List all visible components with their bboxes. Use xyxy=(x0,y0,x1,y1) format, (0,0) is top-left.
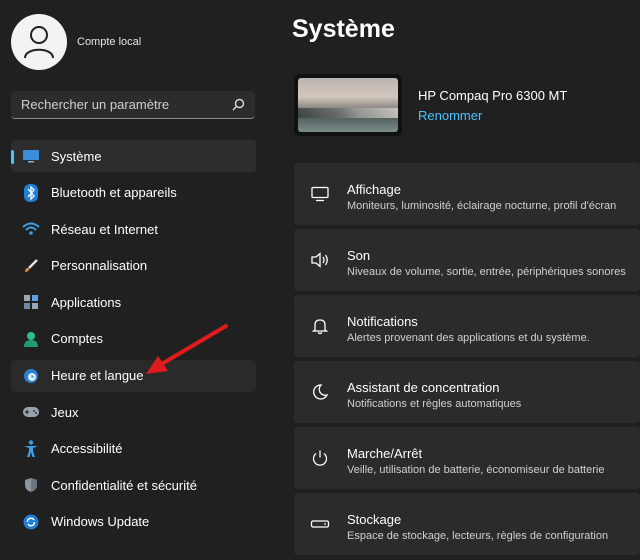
rename-link[interactable]: Renommer xyxy=(418,108,567,123)
page-title: Système xyxy=(292,15,395,43)
wifi-icon xyxy=(22,220,40,238)
card-title: Son xyxy=(347,248,371,263)
sidebar-item-label: Jeux xyxy=(51,404,79,420)
card-marche-arret[interactable]: Marche/Arrêt Veille, utilisation de batt… xyxy=(294,427,640,489)
accessibility-icon xyxy=(22,440,40,458)
sidebar-item-label: Comptes xyxy=(51,331,104,347)
search-icon[interactable] xyxy=(232,98,245,111)
card-title: Affichage xyxy=(347,182,401,197)
card-description: Niveaux de volume, sortie, entrée, périp… xyxy=(347,266,626,278)
annotation-arrow xyxy=(146,324,228,374)
update-icon xyxy=(22,513,40,531)
bell-icon xyxy=(309,316,331,336)
settings-cards: Affichage Moniteurs, luminosité, éclaira… xyxy=(294,163,640,559)
search-placeholder: Rechercher un paramètre xyxy=(21,97,170,112)
sidebar-item-label: Personnalisation xyxy=(51,258,148,274)
speaker-icon xyxy=(309,250,331,270)
card-description: Notifications et règles automatiques xyxy=(347,398,522,410)
user-account[interactable]: Compte local xyxy=(11,14,141,70)
device-name: HP Compaq Pro 6300 MT xyxy=(418,87,568,103)
device-header: HP Compaq Pro 6300 MT Renommer xyxy=(294,74,567,136)
storage-icon xyxy=(309,514,331,534)
card-description: Veille, utilisation de batterie, économi… xyxy=(347,464,605,476)
card-assistant-concentration[interactable]: Assistant de concentration Notifications… xyxy=(294,361,640,423)
monitor-icon xyxy=(309,184,331,204)
user-name: Compte local xyxy=(77,36,142,48)
card-title: Notifications xyxy=(347,314,418,329)
card-affichage[interactable]: Affichage Moniteurs, luminosité, éclaira… xyxy=(294,163,640,225)
brush-icon xyxy=(22,257,40,275)
sidebar-item-label: Heure et langue xyxy=(51,368,144,384)
sidebar-item-bluetooth[interactable]: Bluetooth et appareils xyxy=(11,177,256,209)
person-icon xyxy=(24,26,54,59)
clock-globe-icon xyxy=(22,367,40,385)
sidebar-item-personnalisation[interactable]: Personnalisation xyxy=(11,250,256,282)
card-title: Marche/Arrêt xyxy=(347,446,423,461)
sidebar-item-label: Réseau et Internet xyxy=(51,221,158,237)
main-panel: Système HP Compaq Pro 6300 MT Renommer A… xyxy=(292,0,640,560)
gamepad-icon xyxy=(22,403,40,421)
card-title: Assistant de concentration xyxy=(347,380,500,395)
card-description: Espace de stockage, lecteurs, règles de … xyxy=(347,530,609,542)
card-stockage[interactable]: Stockage Espace de stockage, lecteurs, r… xyxy=(294,493,640,555)
sidebar-item-applications[interactable]: Applications xyxy=(11,286,256,318)
shield-icon xyxy=(22,476,40,494)
sidebar-item-systeme[interactable]: Système xyxy=(11,140,256,172)
card-description: Moniteurs, luminosité, éclairage nocturn… xyxy=(347,200,617,212)
accounts-icon xyxy=(22,330,40,348)
active-indicator xyxy=(11,150,14,164)
sidebar-item-reseau[interactable]: Réseau et Internet xyxy=(11,213,256,245)
sidebar-item-label: Windows Update xyxy=(51,514,150,530)
search-input[interactable]: Rechercher un paramètre xyxy=(11,91,255,119)
sidebar-item-label: Accessibilité xyxy=(51,441,123,457)
card-notifications[interactable]: Notifications Alertes provenant des appl… xyxy=(294,295,640,357)
sidebar-item-label: Bluetooth et appareils xyxy=(51,185,177,201)
bluetooth-icon xyxy=(22,183,40,202)
apps-icon xyxy=(22,293,40,311)
sidebar: Compte local Rechercher un paramètre Sys… xyxy=(0,0,270,560)
sidebar-item-confidentialite[interactable]: Confidentialité et sécurité xyxy=(11,469,256,501)
system-monitor-icon xyxy=(22,147,40,165)
sidebar-item-windows-update[interactable]: Windows Update xyxy=(11,506,256,538)
power-icon xyxy=(309,448,331,468)
sidebar-item-accessibilite[interactable]: Accessibilité xyxy=(11,433,256,465)
card-son[interactable]: Son Niveaux de volume, sortie, entrée, p… xyxy=(294,229,640,291)
sidebar-item-label: Applications xyxy=(51,294,122,310)
sidebar-item-label: Système xyxy=(51,148,102,164)
card-title: Stockage xyxy=(347,512,402,527)
device-thumbnail xyxy=(294,74,402,136)
sidebar-item-jeux[interactable]: Jeux xyxy=(11,396,256,428)
moon-icon xyxy=(309,382,331,402)
card-description: Alertes provenant des applications et du… xyxy=(347,332,590,344)
avatar[interactable] xyxy=(11,14,67,70)
sidebar-item-label: Confidentialité et sécurité xyxy=(51,477,197,493)
